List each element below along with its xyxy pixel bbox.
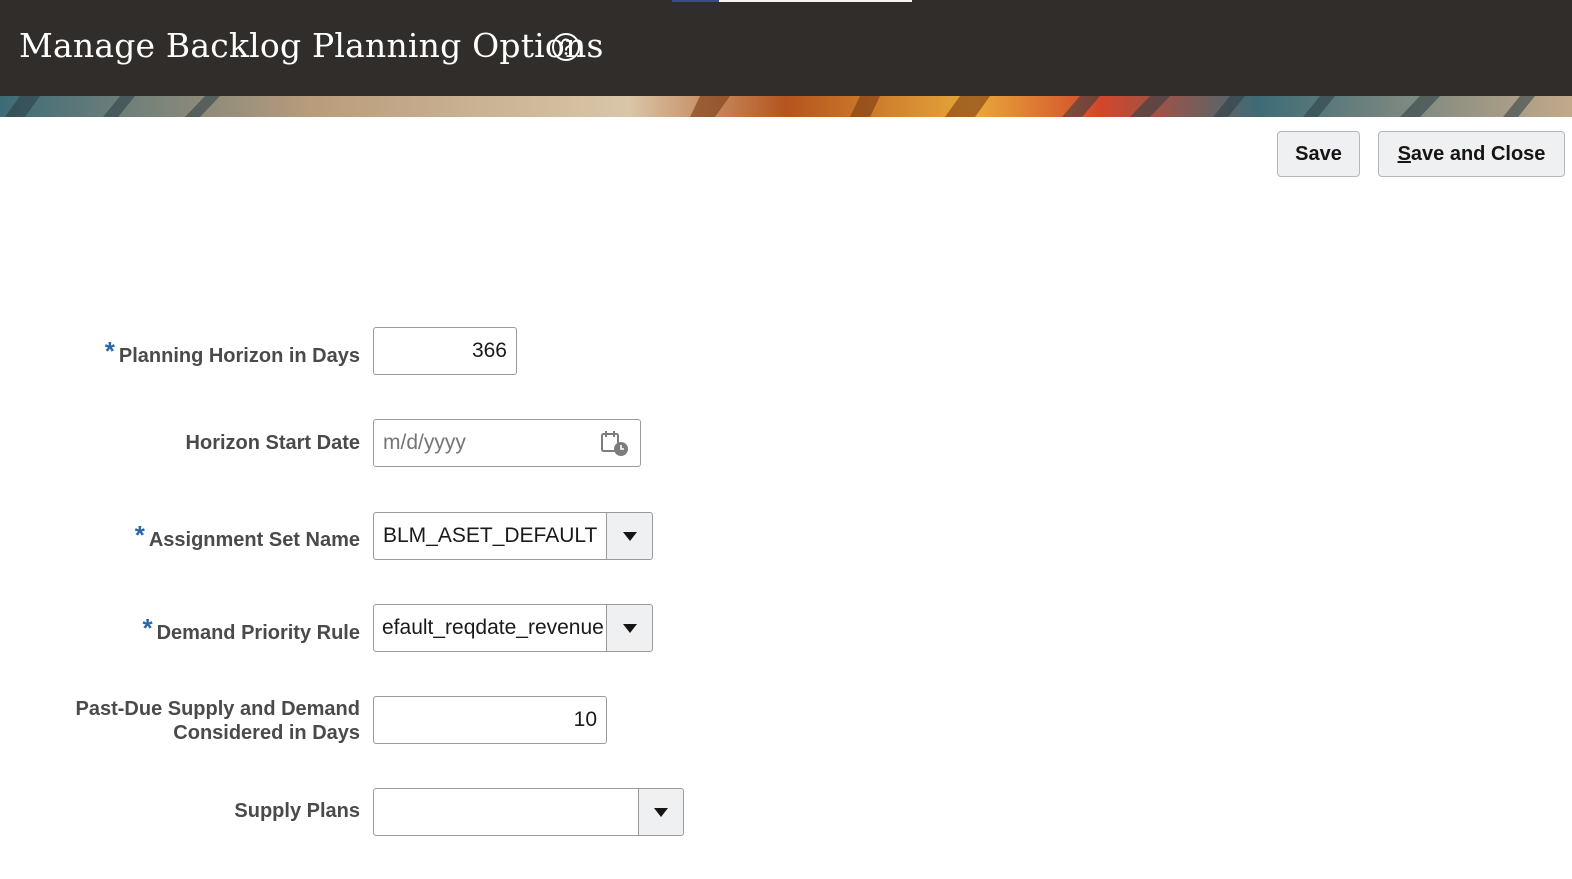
chevron-down-icon (654, 807, 668, 817)
assignment-set-label: * Assignment Set Name (134, 520, 360, 553)
required-marker: * (104, 336, 115, 366)
supply-plans-label: Supply Plans (234, 800, 360, 823)
planning-horizon-input[interactable]: 366 (373, 327, 517, 375)
required-marker: * (142, 613, 153, 643)
required-marker: * (134, 520, 145, 550)
calendar-icon[interactable] (600, 430, 630, 458)
past-due-days-label-line2: Considered in Days (173, 722, 360, 744)
supply-plans-input[interactable] (373, 788, 639, 836)
demand-priority-rule-input[interactable]: efault_reqdate_revenue (373, 604, 607, 652)
help-circle-icon[interactable] (551, 32, 581, 62)
supply-plans-label-text: Supply Plans (234, 800, 360, 822)
supply-plans-dropdown-button[interactable] (638, 788, 684, 836)
save-and-close-mnemonic: S (1397, 142, 1411, 165)
planning-horizon-label: * Planning Horizon in Days (104, 336, 360, 369)
demand-priority-rule-dropdown-button[interactable] (606, 604, 653, 652)
save-and-close-label: ave and Close (1410, 142, 1546, 165)
demand-priority-rule-label-text: Demand Priority Rule (156, 622, 360, 644)
save-and-close-button[interactable]: Save and Close (1378, 131, 1565, 177)
save-button[interactable]: Save (1277, 131, 1360, 177)
assignment-set-value: BLM_ASET_DEFAULT (383, 524, 598, 547)
chevron-down-icon (622, 531, 637, 541)
past-due-days-label-line1: Past-Due Supply and Demand (75, 698, 361, 720)
loading-indicator (672, 0, 912, 2)
assignment-set-label-text: Assignment Set Name (148, 529, 360, 551)
past-due-days-label: Past-Due Supply and Demand Considered in… (76, 697, 361, 745)
horizon-start-date-label: Horizon Start Date (186, 432, 360, 455)
page-header: Manage Backlog Planning Options (0, 0, 1572, 96)
page-title: Manage Backlog Planning Options (19, 26, 604, 65)
demand-priority-rule-label: * Demand Priority Rule (142, 613, 360, 646)
horizon-start-date-label-text: Horizon Start Date (185, 432, 360, 454)
demand-priority-rule-value: efault_reqdate_revenue (382, 616, 604, 639)
assignment-set-input[interactable]: BLM_ASET_DEFAULT (373, 512, 607, 560)
past-due-days-value: 10 (573, 708, 597, 731)
chevron-down-icon (622, 623, 637, 633)
planning-horizon-label-text: Planning Horizon in Days (118, 345, 360, 367)
past-due-days-input[interactable]: 10 (373, 696, 607, 744)
decorative-banner (0, 96, 1572, 117)
assignment-set-dropdown-button[interactable] (606, 512, 653, 560)
planning-horizon-value: 366 (471, 339, 507, 362)
